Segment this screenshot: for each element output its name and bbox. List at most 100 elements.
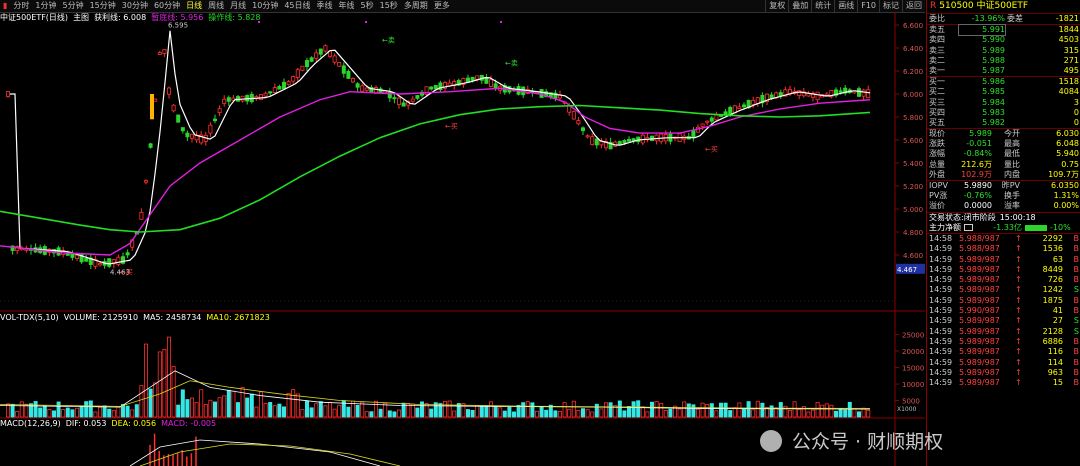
- quote-value-2: 109.7万: [1048, 169, 1079, 179]
- toolbar-button[interactable]: F10: [857, 0, 879, 12]
- order-book-row[interactable]: 买一 5.986 1518: [927, 77, 1080, 87]
- period-tab[interactable]: 10分钟: [249, 0, 281, 12]
- quote-value: 102.9万: [961, 169, 992, 179]
- toolbar-button[interactable]: 复权: [765, 0, 788, 12]
- trade-row[interactable]: 14:59 5.989/987 ↑ 63 B: [927, 255, 1080, 265]
- candle-body: [291, 76, 296, 82]
- quote-value-2: 5.940: [1056, 149, 1079, 159]
- up-arrow-icon: ↑: [1015, 244, 1022, 254]
- trade-row[interactable]: 14:59 5.989/987 ↑ 27 S: [927, 316, 1080, 326]
- period-tab[interactable]: 多周期: [401, 0, 431, 12]
- candle-body: [125, 252, 130, 256]
- trade-row[interactable]: 14:59 5.989/987 ↑ 8449 B: [927, 265, 1080, 275]
- volume-bar: [189, 397, 194, 418]
- candle-body: [139, 211, 144, 220]
- level-volume: 1518: [1058, 77, 1079, 87]
- volume-bar: [732, 407, 737, 418]
- order-book-row[interactable]: 卖五 5.991 1844: [927, 24, 1080, 37]
- period-tab[interactable]: 15分钟: [87, 0, 119, 12]
- trade-row[interactable]: 14:59 5.989/987 ↑ 2128 S: [927, 327, 1080, 337]
- trade-row[interactable]: 14:58 5.988/987 ↑ 2292 B: [927, 234, 1080, 244]
- order-book-row[interactable]: 买四 5.983 0: [927, 108, 1080, 118]
- order-book-row[interactable]: 买五 5.982 0: [927, 118, 1080, 128]
- period-tab[interactable]: 15秒: [377, 0, 401, 12]
- trade-row[interactable]: 14:59 5.990/987 ↑ 41 B: [927, 306, 1080, 316]
- period-tab[interactable]: 分时: [10, 0, 32, 12]
- level-price: 5.990: [982, 35, 1005, 45]
- order-book-row[interactable]: 卖四 5.990 4503: [927, 35, 1080, 45]
- period-tab[interactable]: 45日线: [281, 0, 313, 12]
- candle-body: [355, 83, 360, 88]
- trade-row[interactable]: 14:59 5.989/987 ↑ 1242 S: [927, 285, 1080, 295]
- trade-time: 14:59: [929, 347, 953, 357]
- trade-price: 5.989/987: [959, 326, 1000, 336]
- order-book-row[interactable]: 买二 5.985 4084: [927, 87, 1080, 97]
- toolbar-button[interactable]: 标记: [879, 0, 902, 12]
- period-tab[interactable]: 5分钟: [60, 0, 87, 12]
- trade-time: 14:59: [929, 367, 953, 377]
- candle-body: [153, 98, 158, 102]
- period-tab[interactable]: 30分钟: [119, 0, 151, 12]
- volume-bar: [387, 410, 392, 418]
- weibi-value: -13.96%: [971, 14, 1005, 23]
- period-tab[interactable]: 月线: [227, 0, 249, 12]
- candle-body: [263, 92, 268, 97]
- volume-tick-label: 20000: [902, 348, 924, 356]
- period-tab[interactable]: 日线: [183, 0, 205, 12]
- volume-tick-label: 15000: [902, 365, 924, 373]
- trade-price: 5.989/987: [959, 357, 1000, 367]
- volume-bar: [617, 400, 622, 418]
- candle-body: [700, 123, 705, 127]
- buy-signal-label: ←买: [445, 123, 458, 131]
- order-book-row[interactable]: 卖三 5.989 315: [927, 46, 1080, 56]
- level-volume: 4503: [1058, 35, 1079, 45]
- quote-label: 涨跌: [929, 139, 945, 149]
- chart-toggle-icon[interactable]: ▮: [0, 0, 10, 12]
- trade-row[interactable]: 14:59 5.989/987 ↑ 116 B: [927, 347, 1080, 357]
- high-price-label: 6.595: [168, 21, 188, 29]
- volume-bar: [415, 407, 420, 418]
- toolbar-button[interactable]: 统计: [811, 0, 834, 12]
- trade-list[interactable]: 14:58 5.988/987 ↑ 2292 B 14:59 5.988/987 ↑ 1536 B…: [927, 234, 1080, 388]
- volume-bar: [139, 385, 144, 418]
- quote-value: 0.0000: [964, 201, 992, 211]
- volume-bar: [383, 402, 388, 418]
- period-tab[interactable]: 1分钟: [32, 0, 59, 12]
- trade-row[interactable]: 14:59 5.989/987 ↑ 726 B: [927, 275, 1080, 285]
- trade-row[interactable]: 14:59 5.989/987 ↑ 15 B: [927, 378, 1080, 388]
- volume-bar: [98, 406, 103, 418]
- trade-price: 5.989/987: [959, 285, 1000, 295]
- toolbar-button[interactable]: 返回: [902, 0, 925, 12]
- period-tab[interactable]: 5秒: [358, 0, 377, 12]
- order-book-row[interactable]: 卖一 5.987 495: [927, 66, 1080, 76]
- toolbar-button[interactable]: 叠加: [788, 0, 811, 12]
- order-book-row[interactable]: 买三 5.984 3: [927, 98, 1080, 108]
- kline-chart[interactable]: 6.600 6.400 6.200 6.000 5.800 5.600 5.400 5.200…: [0, 12, 925, 466]
- trade-row[interactable]: 14:59 5.989/987 ↑ 6886 B: [927, 337, 1080, 347]
- volume-bar: [576, 409, 581, 418]
- volume-bar: [627, 406, 632, 418]
- buy-signal-label: ←买: [705, 146, 718, 154]
- period-tab[interactable]: 年线: [336, 0, 358, 12]
- volume-bar: [774, 407, 779, 418]
- period-tab[interactable]: 周线: [205, 0, 227, 12]
- toolbar-button[interactable]: 画线: [834, 0, 857, 12]
- period-tab[interactable]: 更多: [431, 0, 453, 12]
- net-value: -1.33亿: [993, 222, 1022, 232]
- volume-bar: [778, 402, 783, 418]
- trade-side: B: [1073, 378, 1080, 388]
- trade-row[interactable]: 14:59 5.989/987 ↑ 963 B: [927, 368, 1080, 378]
- quote-value-2: 6.0350: [1051, 181, 1079, 190]
- level-price: 5.987: [982, 65, 1005, 75]
- volume-bar: [153, 382, 158, 418]
- trade-row[interactable]: 14:59 5.989/987 ↑ 114 B: [927, 358, 1080, 368]
- order-book-row[interactable]: 卖二 5.988 271: [927, 56, 1080, 66]
- period-tab[interactable]: 60分钟: [151, 0, 183, 12]
- trade-row[interactable]: 14:59 5.989/987 ↑ 1875 B: [927, 296, 1080, 306]
- trade-row[interactable]: 14:59 5.988/987 ↑ 1536 B: [927, 244, 1080, 254]
- period-tab[interactable]: 季线: [314, 0, 336, 12]
- candle-body: [281, 82, 286, 89]
- net-toggle-icon[interactable]: [964, 223, 973, 231]
- level-volume: 271: [1063, 55, 1079, 65]
- quote-label-2: 最低: [1004, 149, 1020, 159]
